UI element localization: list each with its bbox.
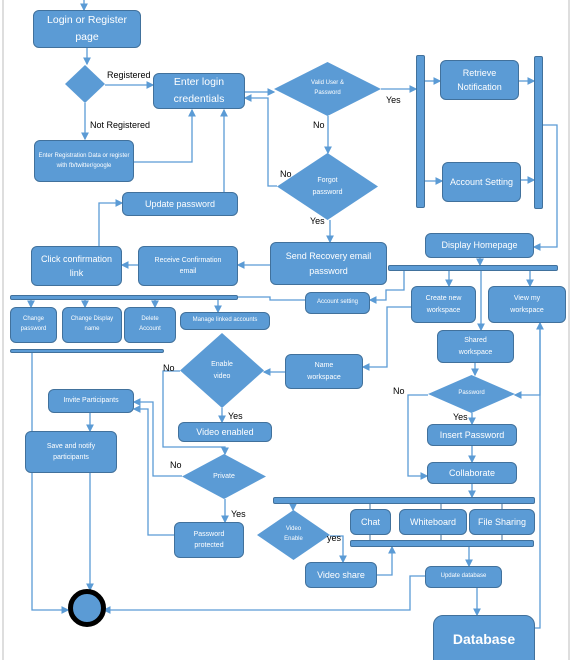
update-database-node: Update database (425, 566, 502, 588)
insert-password-node: Insert Password (427, 424, 517, 446)
change-password-node: Change password (10, 307, 57, 343)
file-sharing-node: File Sharing (469, 509, 535, 535)
flowchart: Login or Register page Enter login crede… (0, 0, 572, 660)
video-share-node: Video share (305, 562, 377, 588)
fork-bar (416, 55, 425, 208)
edge-label-video-yes: Yes (228, 411, 243, 421)
edge-label-not-registered: Not Registered (90, 120, 151, 130)
video-enabled-node: Video enabled (178, 422, 272, 442)
edge-label-forgot-yes: Yes (310, 216, 325, 226)
account-setting-small-node: Account setting (305, 292, 370, 314)
invite-participants-node: Invite Participants (48, 389, 134, 413)
send-recovery-node: Send Recovery email password (270, 242, 387, 285)
update-password-node: Update password (122, 192, 238, 216)
edge-label-video-no: No (163, 363, 175, 373)
edge-label-registered: Registered (107, 70, 151, 80)
shared-workspace-node: Shared workspace (437, 330, 514, 363)
create-workspace-node: Create new workspace (411, 286, 476, 323)
edge-label-valid-no: No (313, 120, 325, 130)
login-register-page-node: Login or Register page (33, 10, 141, 48)
retrieve-notification-node: Retrieve Notification (440, 60, 519, 100)
homepage-fork-bar (388, 265, 558, 271)
join-bar (534, 56, 543, 209)
end-node (68, 589, 106, 627)
view-workspace-node: View my workspace (488, 286, 566, 323)
collaborate-fork-bar (273, 497, 535, 504)
click-link-node: Click confirmation link (31, 246, 122, 286)
collaborate-node: Collaborate (427, 462, 517, 484)
edge-label-private-yes: Yes (231, 509, 246, 519)
database-node: Database (433, 615, 535, 660)
account-fork-bar (10, 295, 238, 300)
receive-confirmation-node: Receive Confirmation email (138, 246, 238, 286)
delete-account-node: Delete Account (124, 307, 176, 343)
edge-label-password-no: No (393, 386, 405, 396)
chat-node: Chat (350, 509, 391, 535)
name-workspace-node: Name workspace (285, 354, 363, 389)
display-homepage-node: Display Homepage (425, 233, 534, 258)
collaborate-join-bar (350, 540, 534, 547)
registration-node: Enter Registration Data or register with… (34, 140, 134, 182)
edge-label-valid-yes: Yes (386, 95, 401, 105)
manage-linked-accounts-node: Manage linked accounts (180, 312, 270, 330)
account-join-bar (10, 349, 164, 353)
save-notify-node: Save and notify participants (25, 431, 117, 473)
change-display-name-node: Change Display name (62, 307, 122, 343)
whiteboard-node: Whiteboard (399, 509, 467, 535)
edge-label-forgot-no: No (280, 169, 292, 179)
edge-label-password-yes: Yes (453, 412, 468, 422)
password-protected-node: Password protected (174, 522, 244, 558)
enter-login-node: Enter login credentials (153, 73, 245, 109)
edge-label-video-enable-yes: yes (327, 533, 342, 543)
account-setting-node: Account Setting (442, 162, 521, 202)
edge-label-private-no: No (170, 460, 182, 470)
